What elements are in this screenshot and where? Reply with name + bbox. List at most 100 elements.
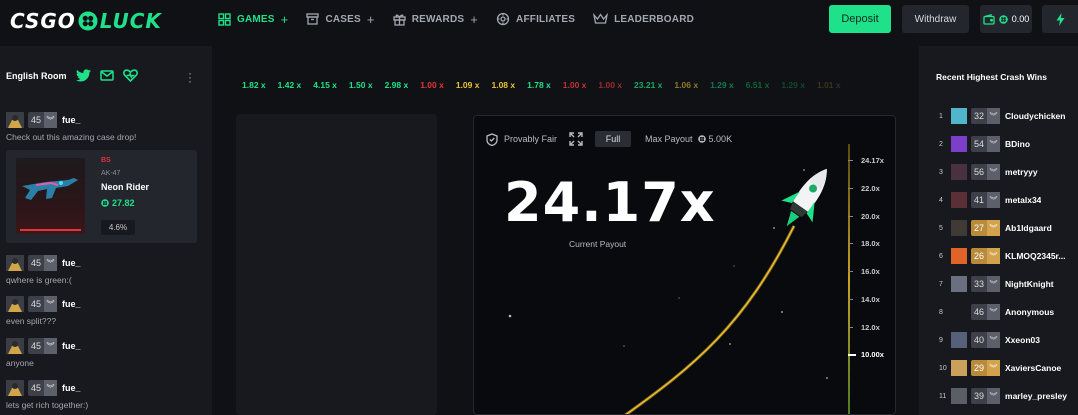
rakeback-button[interactable]: [1042, 5, 1078, 33]
history-multiplier[interactable]: 1.01 x: [817, 80, 841, 90]
win-row[interactable]: 4 41 ︾ metalx34: [939, 192, 1041, 208]
deposit-button[interactable]: Deposit: [829, 5, 891, 33]
chat-room-name[interactable]: English Room: [6, 71, 67, 81]
win-row[interactable]: 2 54 ︾ BDino: [939, 136, 1030, 152]
avatar[interactable]: [6, 380, 24, 396]
avatar[interactable]: [951, 276, 967, 292]
nav-cases[interactable]: CASES +: [306, 12, 375, 27]
history-multiplier[interactable]: 1.00 x: [563, 80, 587, 90]
provably-fair-link[interactable]: Provably Fair: [504, 134, 557, 144]
balance-value: 0.00: [1011, 14, 1030, 24]
level-badge: 41 ︾: [971, 192, 1001, 208]
nav-leaderboard[interactable]: LEADERBOARD: [593, 13, 694, 25]
win-username[interactable]: XaviersCanoe: [1005, 363, 1061, 373]
avatar[interactable]: [951, 304, 967, 320]
history-multiplier[interactable]: 1.42 x: [278, 80, 302, 90]
full-view-button[interactable]: Full: [595, 131, 632, 147]
recent-wins-panel: Recent Highest Crash Wins 1 32 ︾ Cloudychic…: [919, 46, 1078, 415]
win-row[interactable]: 1 32 ︾ Cloudychicken: [939, 108, 1065, 124]
avatar[interactable]: [6, 338, 24, 354]
history-multiplier[interactable]: 1.29 x: [781, 80, 805, 90]
avatar[interactable]: [951, 360, 967, 376]
case-drop-card[interactable]: BS AK-47 Neon Rider 27.82 4.6%: [6, 150, 197, 243]
history-multiplier[interactable]: 1.82 x: [242, 80, 266, 90]
win-username[interactable]: Cloudychicken: [1005, 111, 1065, 121]
history-multiplier[interactable]: 1.50 x: [349, 80, 373, 90]
avatar[interactable]: [951, 108, 967, 124]
site-logo[interactable]: CSGO LUCK: [10, 9, 162, 33]
history-multiplier[interactable]: 1.78 x: [527, 80, 551, 90]
history-multiplier[interactable]: 2.98 x: [385, 80, 409, 90]
avatar[interactable]: [951, 388, 967, 404]
chat-username[interactable]: fue_: [62, 341, 81, 351]
chat-username[interactable]: fue_: [62, 115, 81, 125]
avatar[interactable]: [951, 332, 967, 348]
win-row[interactable]: 3 56 ︾ metryyy: [939, 164, 1038, 180]
level-value: 45: [31, 383, 42, 393]
win-username[interactable]: Ab1ldgaard: [1005, 223, 1052, 233]
win-row[interactable]: 5 27 ︾ Ab1ldgaard: [939, 220, 1052, 236]
win-username[interactable]: Anonymous: [1005, 307, 1054, 317]
history-multiplier[interactable]: 1.06 x: [674, 80, 698, 90]
chevron-rank-icon: ︾: [987, 108, 1001, 124]
history-multiplier[interactable]: 1.09 x: [456, 80, 480, 90]
win-username[interactable]: Xxeon03: [1005, 335, 1040, 345]
win-row[interactable]: 11 39 ︾ marley_presley: [939, 388, 1067, 404]
current-payout-label: Current Payout: [569, 239, 627, 249]
win-username[interactable]: marley_presley: [1005, 391, 1067, 401]
history-multiplier[interactable]: 1.29 x: [710, 80, 734, 90]
chevron-rank-icon: ︾: [987, 332, 1001, 348]
chat-menu-icon[interactable]: · · ·: [188, 67, 192, 87]
history-multiplier[interactable]: 23.21 x: [634, 80, 662, 90]
balance-display[interactable]: 0.00: [980, 5, 1032, 33]
avatar[interactable]: [951, 192, 967, 208]
max-payout-label: Max Payout: [645, 134, 693, 144]
win-username[interactable]: NightKnight: [1005, 279, 1054, 289]
crash-history: 1.82 x 1.42 x 4.15 x 1.50 x 2.98 x 1.00 x 1.09…: [242, 80, 853, 90]
avatar[interactable]: [6, 112, 24, 128]
win-row[interactable]: 10 29 ︾ XaviersCanoe: [939, 360, 1061, 376]
game-toolbar: Provably Fair Full Max Payout 5.00K: [486, 131, 732, 147]
win-username[interactable]: KLMOQ2345r...: [1005, 251, 1065, 261]
win-row[interactable]: 7 33 ︾ NightKnight: [939, 276, 1054, 292]
chat-message-text: Check out this amazing case drop!: [6, 132, 137, 142]
skin-wear: BS: [101, 157, 111, 164]
logo-text-luck: LUCK: [99, 9, 162, 33]
win-row[interactable]: 6 26 ︾ KLMOQ2345r...: [939, 248, 1065, 264]
win-row[interactable]: 9 40 ︾ Xxeon03: [939, 332, 1040, 348]
nav-rewards[interactable]: REWARDS +: [393, 12, 478, 27]
chat-panel: English Room · · · 45 ︾ fue_ Check out this…: [0, 46, 212, 415]
avatar[interactable]: [951, 136, 967, 152]
expand-icon[interactable]: [569, 132, 583, 146]
win-username[interactable]: metalx34: [1005, 195, 1041, 205]
top-bar: CSGO LUCK GAMES + CASES + REWARDS + AFFILIA…: [0, 0, 1078, 46]
win-row[interactable]: 8 46 ︾ Anonymous: [939, 304, 1054, 320]
win-username[interactable]: metryyy: [1005, 167, 1038, 177]
avatar[interactable]: [951, 164, 967, 180]
history-multiplier[interactable]: 1.00 x: [598, 80, 622, 90]
heart-icon[interactable]: [122, 69, 138, 82]
withdraw-button[interactable]: Withdraw: [902, 5, 969, 33]
nav-affiliates[interactable]: AFFILIATES: [496, 12, 575, 26]
mail-icon[interactable]: [99, 70, 114, 81]
avatar[interactable]: [6, 296, 24, 312]
history-multiplier[interactable]: 6.51 x: [746, 80, 770, 90]
win-username[interactable]: BDino: [1005, 139, 1030, 149]
chat-username[interactable]: fue_: [62, 383, 81, 393]
history-multiplier[interactable]: 1.08 x: [491, 80, 515, 90]
nav-games[interactable]: GAMES +: [218, 12, 288, 27]
plus-icon: +: [470, 11, 479, 27]
chat-username[interactable]: fue_: [62, 299, 81, 309]
avatar[interactable]: [951, 220, 967, 236]
twitter-icon[interactable]: [75, 69, 91, 82]
history-multiplier[interactable]: 1.00 x: [420, 80, 444, 90]
chat-username[interactable]: fue_: [62, 258, 81, 268]
nav-leaderboard-label: LEADERBOARD: [614, 13, 695, 25]
level-value: 33: [974, 279, 985, 289]
history-multiplier[interactable]: 4.15 x: [313, 80, 337, 90]
avatar[interactable]: [6, 255, 24, 271]
chevron-rank-icon: ︾: [44, 112, 58, 128]
win-rank: 4: [939, 196, 943, 204]
chat-message: 45 ︾ fue_ Check out this amazing case dro…: [6, 112, 136, 142]
avatar[interactable]: [951, 248, 967, 264]
